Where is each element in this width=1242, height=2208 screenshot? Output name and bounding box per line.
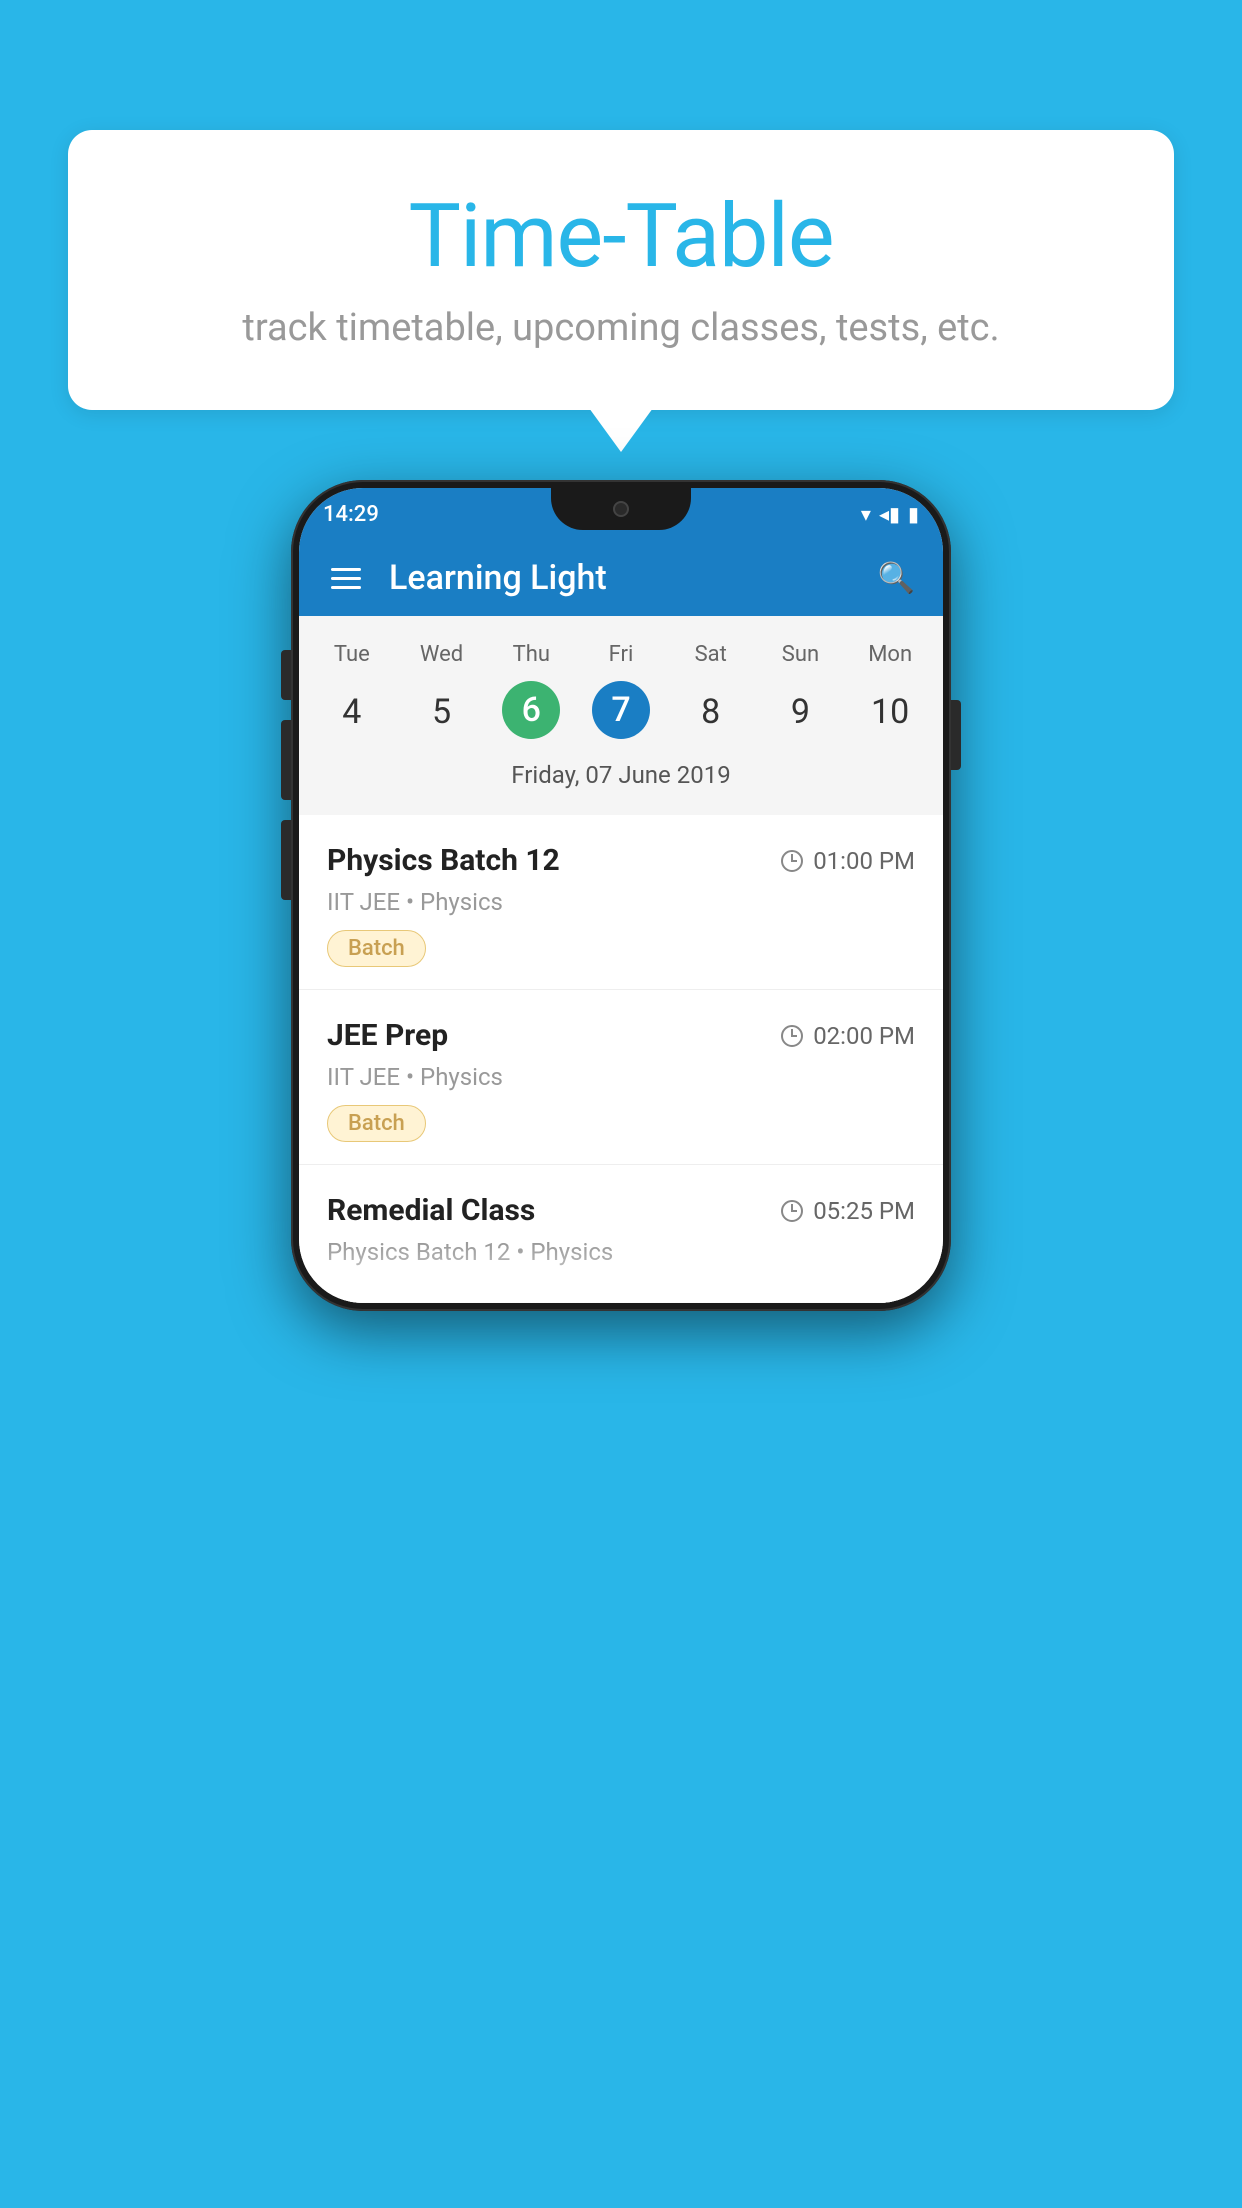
app-title: Learning Light: [389, 558, 878, 598]
selected-date-label: Friday, 07 June 2019: [299, 753, 943, 805]
item-time-1: 01:00 PM: [781, 847, 915, 875]
speech-bubble: Time-Table track timetable, upcoming cla…: [68, 130, 1174, 410]
day-sun: Sun: [756, 634, 846, 675]
status-bar: 14:29 ▾ ◂▮ ▮: [299, 488, 943, 540]
date-row: 4 5 6 7 8 9 10: [299, 675, 943, 753]
power-button: [951, 700, 961, 770]
time-value-3: 05:25 PM: [813, 1197, 915, 1225]
date-9[interactable]: 9: [756, 681, 846, 743]
item-header-2: JEE Prep 02:00 PM: [327, 1018, 915, 1053]
day-wed: Wed: [397, 634, 487, 675]
notch: [551, 488, 691, 530]
item-title-2: JEE Prep: [327, 1018, 448, 1053]
days-row: Tue Wed Thu Fri Sat Sun Mon: [299, 634, 943, 675]
item-header-3: Remedial Class 05:25 PM: [327, 1193, 915, 1228]
main-subtitle: track timetable, upcoming classes, tests…: [128, 306, 1114, 350]
batch-badge-2: Batch: [327, 1105, 426, 1142]
battery-icon: ▮: [908, 502, 919, 526]
day-tue: Tue: [307, 634, 397, 675]
schedule-item-1[interactable]: Physics Batch 12 01:00 PM IIT JEE • Phys…: [299, 815, 943, 990]
date-8[interactable]: 8: [666, 681, 756, 743]
date-4[interactable]: 4: [307, 681, 397, 743]
date-7-selected[interactable]: 7: [592, 681, 650, 739]
item-time-3: 05:25 PM: [781, 1197, 915, 1225]
clock-icon-3: [781, 1200, 803, 1222]
wifi-icon: ▾: [861, 502, 871, 526]
day-fri: Fri: [576, 634, 666, 675]
schedule-list: Physics Batch 12 01:00 PM IIT JEE • Phys…: [299, 815, 943, 1303]
item-title-1: Physics Batch 12: [327, 843, 560, 878]
phone-frame: 14:29 ▾ ◂▮ ▮ Learning Light 🔍: [291, 480, 951, 1311]
date-5[interactable]: 5: [397, 681, 487, 743]
clock-icon-1: [781, 850, 803, 872]
item-header-1: Physics Batch 12 01:00 PM: [327, 843, 915, 878]
speech-bubble-container: Time-Table track timetable, upcoming cla…: [68, 130, 1174, 410]
date-10[interactable]: 10: [845, 681, 935, 743]
calendar-strip: Tue Wed Thu Fri Sat Sun Mon 4 5 6 7 8 9 …: [299, 616, 943, 815]
top-bar: Learning Light 🔍: [299, 540, 943, 616]
volume-up-button: [281, 720, 291, 800]
volume-down-button: [281, 820, 291, 900]
signal-icon: ◂▮: [879, 502, 900, 526]
clock-icon-2: [781, 1025, 803, 1047]
status-icons: ▾ ◂▮ ▮: [861, 502, 919, 526]
search-icon[interactable]: 🔍: [878, 561, 915, 596]
item-time-2: 02:00 PM: [781, 1022, 915, 1050]
main-title: Time-Table: [128, 185, 1114, 288]
item-subtitle-2: IIT JEE • Physics: [327, 1063, 915, 1091]
phone-screen: 14:29 ▾ ◂▮ ▮ Learning Light 🔍: [299, 488, 943, 1303]
time-value-2: 02:00 PM: [813, 1022, 915, 1050]
date-6-today[interactable]: 6: [502, 681, 560, 739]
bottom-fade: [299, 1243, 943, 1303]
item-title-3: Remedial Class: [327, 1193, 535, 1228]
hamburger-menu-icon[interactable]: [327, 564, 365, 593]
schedule-item-2[interactable]: JEE Prep 02:00 PM IIT JEE • Physics Batc…: [299, 990, 943, 1165]
camera-dot: [613, 501, 629, 517]
silent-button: [281, 650, 291, 700]
time-value-1: 01:00 PM: [813, 847, 915, 875]
item-subtitle-1: IIT JEE • Physics: [327, 888, 915, 916]
day-mon: Mon: [845, 634, 935, 675]
batch-badge-1: Batch: [327, 930, 426, 967]
phone-wrapper: 14:29 ▾ ◂▮ ▮ Learning Light 🔍: [291, 480, 951, 1311]
status-time: 14:29: [323, 502, 379, 527]
day-sat: Sat: [666, 634, 756, 675]
day-thu: Thu: [486, 634, 576, 675]
